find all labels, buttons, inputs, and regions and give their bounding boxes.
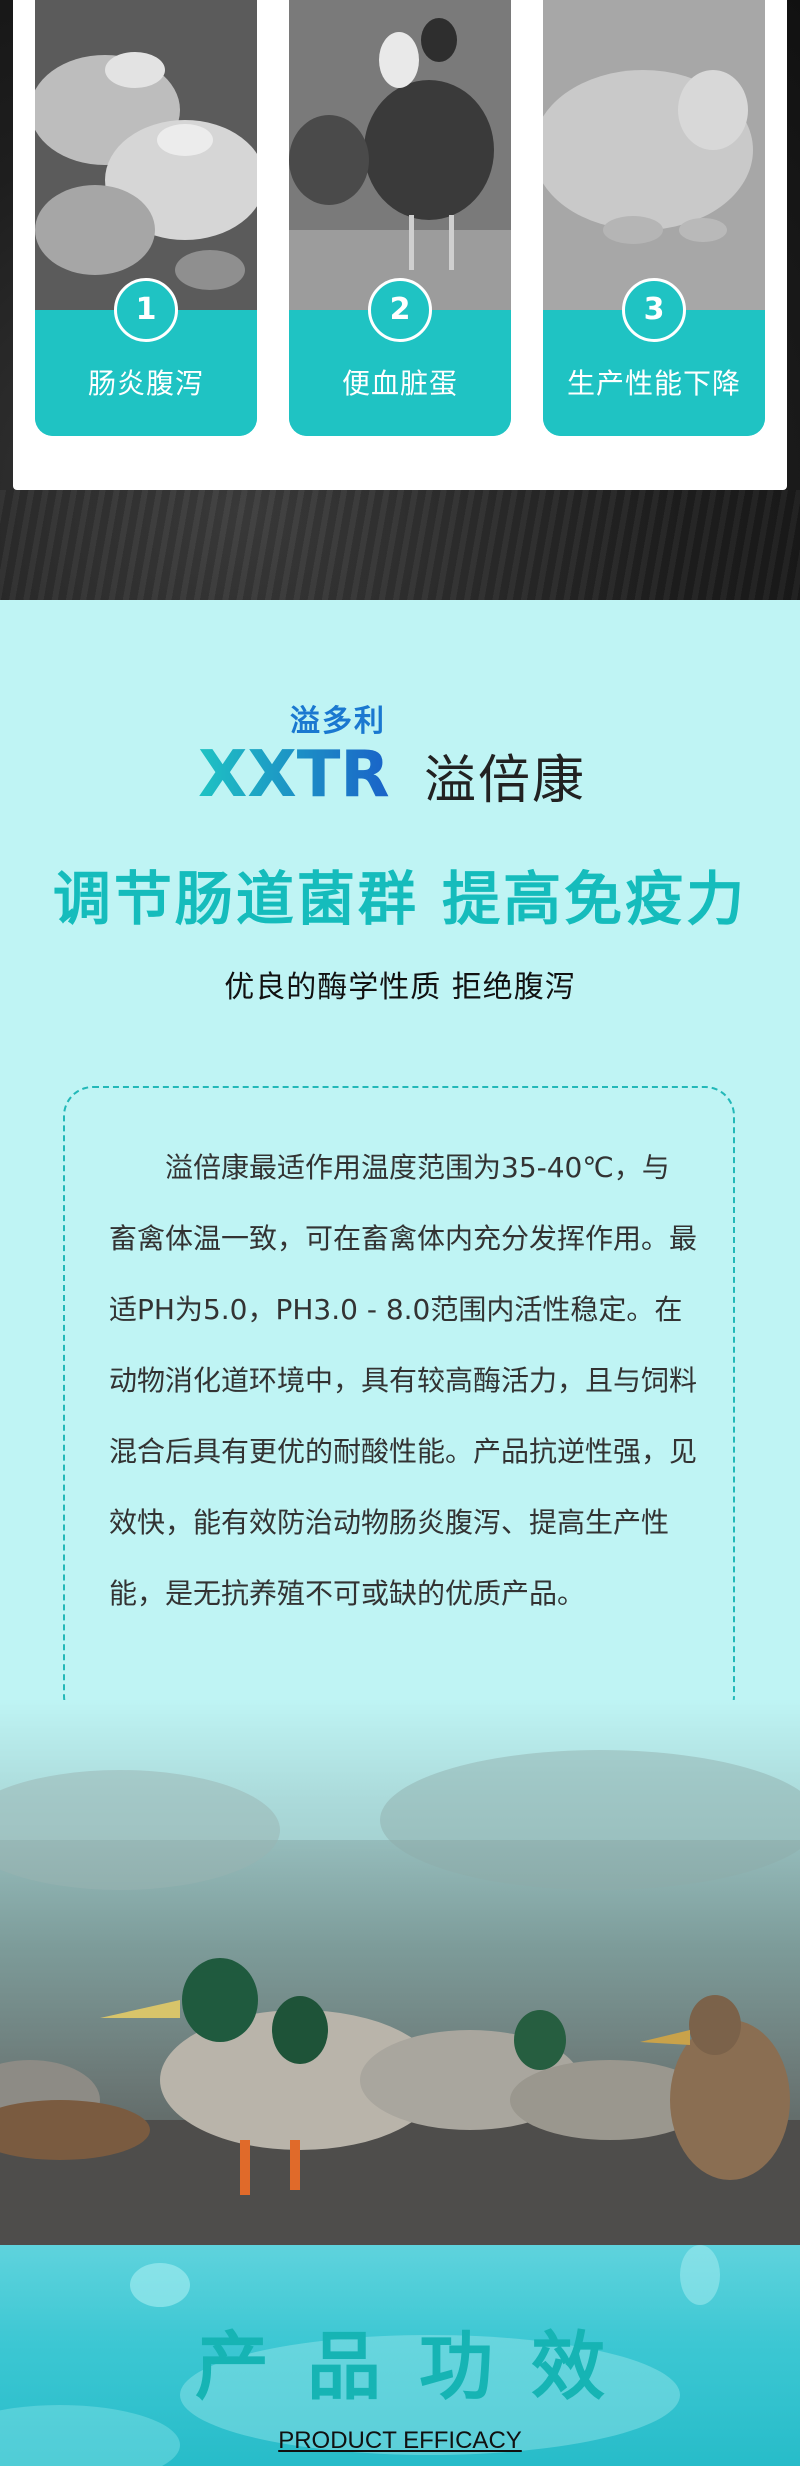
symptom-card-2: 2 便血脏蛋	[289, 0, 511, 436]
product-name: 溢倍康	[424, 751, 587, 811]
ducks-photo	[0, 1700, 800, 2245]
symptom-number-badge: 1	[114, 278, 178, 342]
symptom-label: 肠炎腹泻	[87, 367, 204, 400]
description-text: 溢倍康最适作用温度范围为35-40℃，与畜禽体温一致，可在畜禽体内充分发挥作用。…	[109, 1151, 698, 1610]
hens-photo	[289, 0, 511, 310]
piglets-photo	[35, 0, 257, 310]
page-headline: 调节肠道菌群 提高免疫力	[52, 865, 748, 933]
brand-small-name: 溢多利	[290, 704, 386, 739]
brand-mark-text: XXTR	[198, 738, 390, 802]
efficacy-subtitle: PRODUCT EFFICACY	[278, 2427, 522, 2454]
sick-pig-photo	[543, 0, 765, 310]
symptom-card-1: 1 肠炎腹泻	[35, 0, 257, 436]
symptom-label: 生产性能下降	[566, 367, 741, 400]
symptom-panel: 1 肠炎腹泻 2 便血脏蛋 3 生产性能下降	[13, 0, 787, 490]
efficacy-section: 产品功效 PRODUCT EFFICACY	[0, 2245, 800, 2466]
symptom-label: 便血脏蛋	[341, 367, 458, 400]
brand-logo-mark: XXTR	[198, 738, 398, 812]
symptom-number-badge: 3	[622, 278, 686, 342]
symptom-card-3: 3 生产性能下降	[543, 0, 765, 436]
description-box: 溢倍康最适作用温度范围为35-40℃，与畜禽体温一致，可在畜禽体内充分发挥作用。…	[63, 1086, 735, 1726]
product-intro-section: 溢多利 XXTR 溢倍康 调节肠道菌群 提高免疫力 优良的酶学性质 拒绝腹泻 溢…	[0, 600, 800, 1726]
symptom-number-badge: 2	[368, 278, 432, 342]
symptom-section: 1 肠炎腹泻 2 便血脏蛋 3 生产性能下降	[0, 0, 800, 600]
page-subheadline: 优良的酶学性质 拒绝腹泻	[224, 970, 576, 1005]
efficacy-title: 产品功效	[195, 2324, 643, 2410]
